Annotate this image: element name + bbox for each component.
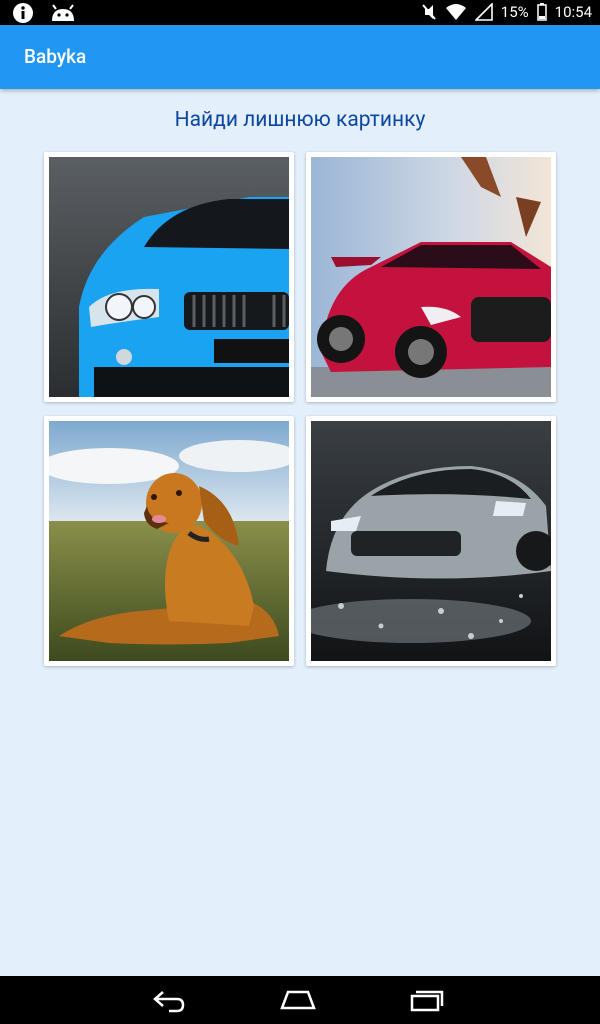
recents-icon[interactable] [406, 986, 446, 1014]
game-prompt: Найди лишнюю картинку [174, 108, 426, 132]
picture-tile-blue-car[interactable] [44, 152, 294, 402]
info-icon [13, 3, 33, 23]
silver-car-image [311, 421, 551, 661]
battery-percent: 15% [500, 3, 529, 21]
mute-icon [422, 4, 436, 20]
home-icon[interactable] [278, 986, 318, 1014]
clock: 10:54 [554, 3, 592, 21]
android-icon [52, 4, 74, 21]
app-bar: Babyka [0, 25, 600, 89]
red-car-image [311, 157, 551, 397]
picture-tile-dog[interactable] [44, 416, 294, 666]
battery-icon [536, 3, 547, 21]
signal-icon [474, 3, 493, 21]
blue-car-image [49, 157, 289, 397]
back-icon[interactable] [149, 986, 189, 1014]
picture-tile-silver-car[interactable] [306, 416, 556, 666]
app-title: Babyka [24, 45, 87, 68]
wifi-icon [445, 4, 466, 20]
dog-image [49, 421, 289, 661]
status-bar: 15% 10:54 [0, 0, 600, 25]
system-nav-bar [0, 976, 600, 1024]
picture-tile-red-car[interactable] [306, 152, 556, 402]
